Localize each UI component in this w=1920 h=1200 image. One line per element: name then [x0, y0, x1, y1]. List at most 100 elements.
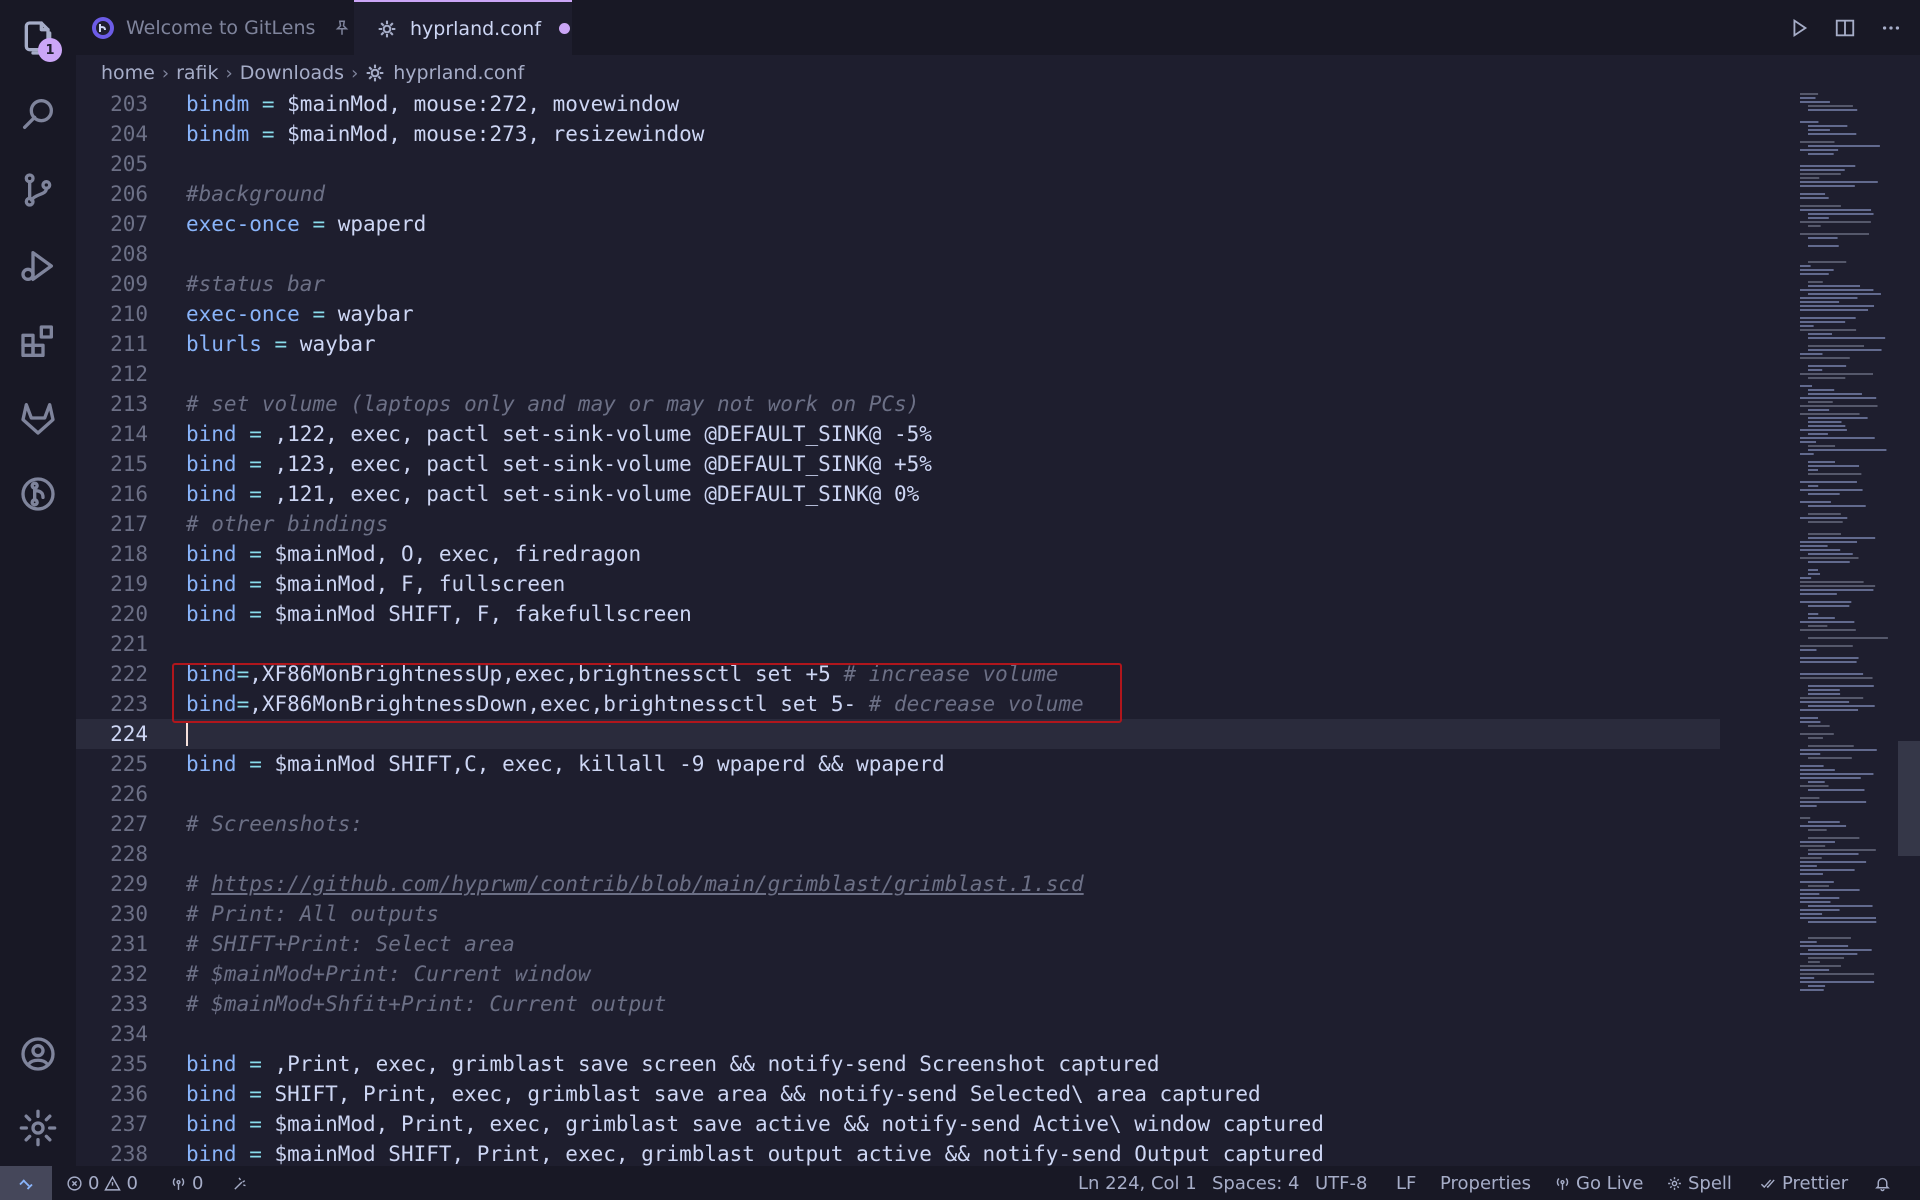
line-number[interactable]: 222 [76, 659, 148, 689]
line-number[interactable]: 218 [76, 539, 148, 569]
line-number[interactable]: 212 [76, 359, 148, 389]
problems-indicator[interactable]: 0 0 [66, 1166, 138, 1200]
prettier-button[interactable]: Prettier [1760, 1166, 1848, 1200]
line-number[interactable]: 208 [76, 239, 148, 269]
breadcrumb-home[interactable]: home [101, 62, 155, 84]
line-number[interactable]: 205 [76, 149, 148, 179]
code-line[interactable]: 213 # set volume (laptops only and may or… [76, 389, 1720, 419]
line-number[interactable]: 209 [76, 269, 148, 299]
line-number[interactable]: 234 [76, 1019, 148, 1049]
code-line[interactable]: 225 bind = $mainMod SHIFT,C, exec, killal… [76, 749, 1720, 779]
line-number[interactable]: 231 [76, 929, 148, 959]
go-live-button[interactable]: Go Live [1554, 1166, 1643, 1200]
line-number[interactable]: 237 [76, 1109, 148, 1139]
line-number[interactable]: 236 [76, 1079, 148, 1109]
line-number[interactable]: 211 [76, 329, 148, 359]
tab-hyprland-conf[interactable]: hyprland.conf [354, 0, 572, 55]
line-number[interactable]: 219 [76, 569, 148, 599]
code-line[interactable]: 209 #status bar [76, 269, 1720, 299]
cursor-position[interactable]: Ln 224, Col 1 [1078, 1166, 1197, 1200]
remote-indicator[interactable] [0, 1166, 52, 1200]
code-line[interactable]: 227 # Screenshots: [76, 809, 1720, 839]
run-icon[interactable] [1788, 17, 1810, 39]
code-line[interactable]: 238 bind = $mainMod SHIFT, Print, exec, g… [76, 1139, 1720, 1166]
line-number[interactable]: 228 [76, 839, 148, 869]
line-number[interactable]: 223 [76, 689, 148, 719]
code-line[interactable]: 233 # $mainMod+Shfit+Print: Current outpu… [76, 989, 1720, 1019]
line-number[interactable]: 225 [76, 749, 148, 779]
breadcrumb-downloads[interactable]: Downloads [240, 62, 344, 84]
explorer-button[interactable]: 1 [0, 0, 76, 76]
line-number[interactable]: 216 [76, 479, 148, 509]
breadcrumb-rafik[interactable]: rafik [176, 62, 218, 84]
line-number[interactable]: 203 [76, 91, 148, 119]
line-number[interactable]: 221 [76, 629, 148, 659]
code-line[interactable]: 229 # https://github.com/hyprwm/contrib/b… [76, 869, 1720, 899]
code-line[interactable]: 235 bind = ,Print, exec, grimblast save s… [76, 1049, 1720, 1079]
code-line[interactable]: 237 bind = $mainMod, Print, exec, grimbla… [76, 1109, 1720, 1139]
code-line[interactable]: 214 bind = ,122, exec, pactl set-sink-vol… [76, 419, 1720, 449]
line-number[interactable]: 217 [76, 509, 148, 539]
accounts-button[interactable] [0, 1016, 76, 1092]
code-line[interactable]: 231 # SHIFT+Print: Select area [76, 929, 1720, 959]
manage-button[interactable] [0, 1090, 76, 1166]
line-number[interactable]: 230 [76, 899, 148, 929]
code-line[interactable]: 217 # other bindings [76, 509, 1720, 539]
line-number[interactable]: 226 [76, 779, 148, 809]
code-line[interactable]: 218 bind = $mainMod, O, exec, firedragon [76, 539, 1720, 569]
code-line[interactable]: 232 # $mainMod+Print: Current window [76, 959, 1720, 989]
line-number[interactable]: 238 [76, 1139, 148, 1166]
ports-indicator[interactable]: 0 [170, 1166, 203, 1200]
code-line[interactable]: 216 bind = ,121, exec, pactl set-sink-vol… [76, 479, 1720, 509]
line-number[interactable]: 229 [76, 869, 148, 899]
line-number[interactable]: 215 [76, 449, 148, 479]
spell-button[interactable]: Spell [1666, 1166, 1732, 1200]
code-line[interactable]: 215 bind = ,123, exec, pactl set-sink-vol… [76, 449, 1720, 479]
sync-indicator[interactable] [232, 1166, 249, 1200]
code-line[interactable]: 204 bindm = $mainMod, mouse:273, resizewi… [76, 119, 1720, 149]
run-debug-button[interactable] [0, 228, 76, 304]
line-number[interactable]: 232 [76, 959, 148, 989]
tab-welcome-gitlens[interactable]: Welcome to GitLens [76, 0, 354, 55]
code-line[interactable]: 224 [76, 719, 1720, 749]
scrollbar-thumb[interactable] [1898, 741, 1920, 856]
code-line[interactable]: 206 #background [76, 179, 1720, 209]
pin-icon[interactable] [333, 19, 351, 37]
line-number[interactable]: 210 [76, 299, 148, 329]
split-editor-icon[interactable] [1834, 17, 1856, 39]
code-line[interactable]: 228 [76, 839, 1720, 869]
line-number[interactable]: 207 [76, 209, 148, 239]
code-line[interactable]: 226 [76, 779, 1720, 809]
code-line[interactable]: 211 blurls = waybar [76, 329, 1720, 359]
code-line[interactable]: 207 exec-once = wpaperd [76, 209, 1720, 239]
code-line[interactable]: 221 [76, 629, 1720, 659]
code-line[interactable]: 230 # Print: All outputs [76, 899, 1720, 929]
code-editor[interactable]: 203 bindm = $mainMod, mouse:272, movewind… [76, 91, 1920, 1166]
code-line[interactable]: 234 [76, 1019, 1720, 1049]
line-number[interactable]: 220 [76, 599, 148, 629]
code-line[interactable]: 203 bindm = $mainMod, mouse:272, movewind… [76, 91, 1720, 119]
notifications-button[interactable] [1874, 1166, 1891, 1200]
gitlab-button[interactable] [0, 380, 76, 456]
end-of-line[interactable]: LF [1396, 1166, 1416, 1200]
code-line[interactable]: 219 bind = $mainMod, F, fullscreen [76, 569, 1720, 599]
extensions-button[interactable] [0, 304, 76, 380]
line-number[interactable]: 227 [76, 809, 148, 839]
more-actions-icon[interactable] [1880, 17, 1902, 39]
code-line[interactable]: 210 exec-once = waybar [76, 299, 1720, 329]
line-number[interactable]: 204 [76, 119, 148, 149]
code-line[interactable]: 208 [76, 239, 1720, 269]
gitlens-button[interactable] [0, 456, 76, 532]
line-number[interactable]: 214 [76, 419, 148, 449]
line-number[interactable]: 206 [76, 179, 148, 209]
line-number[interactable]: 213 [76, 389, 148, 419]
unsaved-dot-icon[interactable] [559, 23, 571, 34]
language-mode[interactable]: Properties [1440, 1166, 1531, 1200]
source-control-button[interactable] [0, 152, 76, 228]
line-number[interactable]: 224 [76, 719, 148, 749]
minimap[interactable] [1796, 91, 1901, 1166]
indentation[interactable]: Spaces: 4 [1212, 1166, 1299, 1200]
encoding[interactable]: UTF-8 [1315, 1166, 1367, 1200]
code-line[interactable]: 205 [76, 149, 1720, 179]
code-line[interactable]: 212 [76, 359, 1720, 389]
